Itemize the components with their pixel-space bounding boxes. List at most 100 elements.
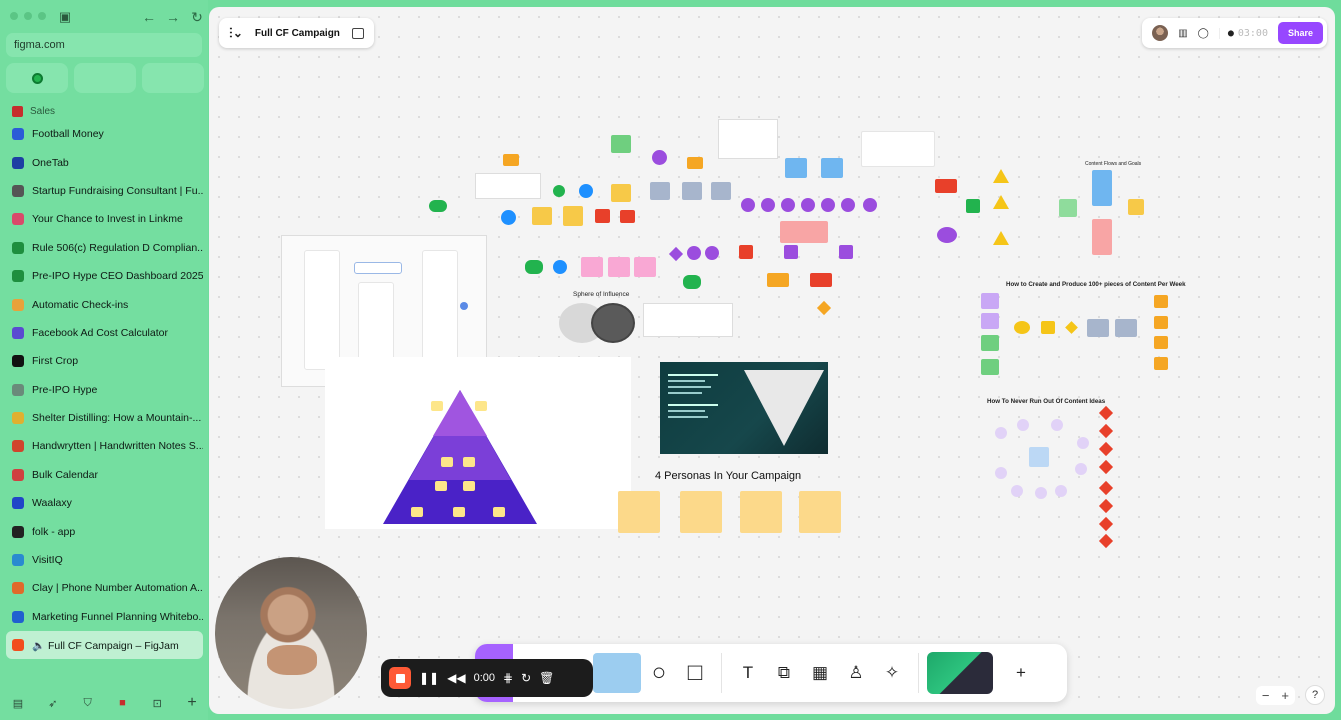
webcam-bubble[interactable] (215, 557, 367, 709)
pinned-tab-2[interactable] (74, 63, 136, 93)
funnel-image[interactable] (660, 362, 828, 454)
browser-tab[interactable]: Football Money (6, 120, 203, 148)
pinned-tab-messages[interactable] (6, 63, 68, 93)
folder-icon (12, 106, 23, 117)
rewind-icon[interactable]: ◀◀ (447, 671, 465, 685)
tab-title: Pre-IPO Hype (32, 383, 98, 396)
browser-tab[interactable]: VisitIQ (6, 546, 203, 574)
browser-tab[interactable]: Your Chance to Invest in Linkme (6, 205, 203, 233)
grid-icon[interactable]: ⋕ (503, 671, 513, 685)
tab-title: Marketing Funnel Planning Whitebo... (32, 610, 203, 623)
favicon-icon (12, 412, 24, 425)
minimize-window-button[interactable] (24, 12, 32, 20)
persona-note-4[interactable] (799, 491, 841, 533)
download-icon[interactable]: ⊡ (149, 697, 165, 710)
browser-sidebar: ▣ ← → ↻ figma.com Sales Football Money On… (0, 0, 208, 720)
duplicate-icon[interactable] (351, 27, 364, 39)
file-menu[interactable]: ⵗ⌄ Full CF Campaign (219, 18, 374, 48)
more-tools-icon[interactable]: + (1003, 655, 1039, 691)
help-button[interactable]: ? (1305, 685, 1325, 705)
table-tool-icon[interactable]: ▦ (802, 655, 838, 691)
tab-title: Clay | Phone Number Automation A... (32, 582, 203, 595)
browser-tab[interactable]: Waalaxy (6, 489, 203, 517)
browser-tab[interactable]: Shelter Distilling: How a Mountain-... (6, 404, 203, 432)
restart-icon[interactable]: ↻ (521, 671, 531, 685)
section-tool-icon[interactable]: ⧉ (766, 655, 802, 691)
browser-tab[interactable]: Facebook Ad Cost Calculator (6, 319, 203, 347)
pinned-tab-3[interactable] (142, 63, 204, 93)
shape-square-tool[interactable]: □ (677, 655, 713, 691)
shield-icon[interactable]: ⛉ (80, 697, 96, 710)
tab-title: Waalaxy (32, 497, 72, 510)
comment-icon[interactable]: ◯ (1198, 28, 1209, 39)
browser-tab[interactable]: Bulk Calendar (6, 461, 203, 489)
sphere-detail-frame[interactable] (643, 303, 733, 337)
window-controls (10, 12, 46, 20)
favicon-icon (12, 468, 24, 481)
zoom-in-icon[interactable]: + (1281, 688, 1289, 703)
back-icon[interactable]: ← (138, 7, 160, 27)
figjam-canvas[interactable]: Sphere of Influence 4 Personas In Your C… (209, 7, 1335, 714)
shape-circle-tool[interactable]: ○ (641, 655, 677, 691)
templates-widgets[interactable] (927, 652, 993, 694)
browser-tab[interactable]: Rule 506(c) Regulation D Complian... (6, 234, 203, 262)
reload-icon[interactable]: ↻ (186, 7, 208, 27)
tab-title: Football Money (32, 128, 104, 141)
stamp-tool-icon[interactable]: ♙ (838, 655, 874, 691)
zoom-window-button[interactable] (38, 12, 46, 20)
url-bar[interactable]: figma.com (6, 33, 202, 57)
timer-icon: ● (1227, 27, 1234, 39)
new-tab-icon[interactable]: + (184, 694, 200, 712)
trash-icon[interactable]: 🗑 (539, 671, 554, 685)
browser-tab[interactable]: 🔈 Full CF Campaign – FigJam (6, 631, 203, 660)
tab-title: folk - app (32, 525, 76, 538)
browser-tab[interactable]: Startup Fundraising Consultant | Fu... (6, 177, 203, 205)
tab-title: VisitIQ (32, 554, 63, 567)
zoom-out-icon[interactable]: − (1262, 688, 1270, 703)
tab-title: Shelter Distilling: How a Mountain-... (32, 412, 202, 425)
browser-tab[interactable]: OneTab (6, 148, 203, 176)
close-window-button[interactable] (10, 12, 18, 20)
favicon-icon (12, 326, 24, 339)
browser-tab[interactable]: Marketing Funnel Planning Whitebo... (6, 603, 203, 631)
archive-icon[interactable]: ▤ (10, 697, 26, 710)
tab-title: Startup Fundraising Consultant | Fu... (32, 184, 203, 197)
persona-note-2[interactable] (680, 491, 722, 533)
persona-note-1[interactable] (618, 491, 660, 533)
tab-title: Handwrytten | Handwritten Notes S... (32, 440, 203, 453)
tab-title: Bulk Calendar (32, 468, 98, 481)
sidebar-toggle-icon[interactable]: ▣ (52, 7, 78, 27)
user-avatar[interactable] (1152, 25, 1169, 41)
browser-tab[interactable]: Handwrytten | Handwritten Notes S... (6, 432, 203, 460)
forward-icon[interactable]: → (162, 7, 184, 27)
browser-tab[interactable]: Automatic Check-ins (6, 290, 203, 318)
figjam-logo-icon[interactable]: ⵗ⌄ (229, 26, 243, 40)
sphere-circle-dark[interactable] (591, 303, 635, 343)
browser-tab[interactable]: Pre-IPO Hype CEO Dashboard 2025 (6, 262, 203, 290)
share-button[interactable]: Share (1277, 22, 1323, 44)
text-tool-icon[interactable]: T (730, 655, 766, 691)
ai-sparkle-icon[interactable]: ✧ (874, 655, 910, 691)
layout-icon[interactable]: ▥ (1178, 28, 1187, 39)
browser-tab[interactable]: folk - app (6, 517, 203, 545)
favicon-icon (12, 525, 24, 538)
red-extension-icon[interactable]: ■ (114, 697, 130, 709)
browser-tab[interactable]: First Crop (6, 347, 203, 375)
favicon-icon (12, 610, 24, 623)
pause-icon[interactable]: ❚❚ (419, 671, 439, 685)
never-run-out-label: How To Never Run Out Of Content Ideas (987, 398, 1106, 405)
favicon-icon (12, 270, 24, 283)
timer[interactable]: ● 03:00 (1218, 27, 1268, 39)
persona-note-3[interactable] (740, 491, 782, 533)
rocket-icon[interactable]: ➶ (45, 697, 61, 710)
favicon-icon (12, 639, 24, 652)
board-content: Sphere of Influence 4 Personas In Your C… (209, 7, 1335, 714)
sticky-note-stack[interactable] (593, 653, 641, 693)
browser-tab[interactable]: Clay | Phone Number Automation A... (6, 574, 203, 602)
stop-recording-button[interactable] (389, 667, 411, 689)
pyramid-frame[interactable] (325, 357, 631, 529)
browser-tab[interactable]: Pre-IPO Hype (6, 376, 203, 404)
favicon-icon (12, 355, 24, 368)
file-name[interactable]: Full CF Campaign (255, 28, 340, 39)
tab-folder-sales[interactable]: Sales (12, 106, 55, 117)
